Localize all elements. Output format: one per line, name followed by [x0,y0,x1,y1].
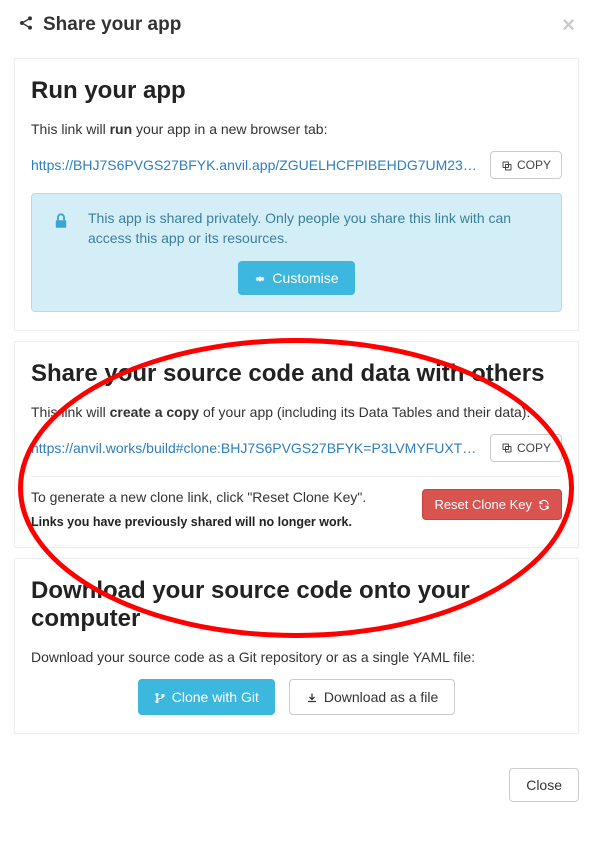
share-heading: Share your source code and data with oth… [31,360,562,388]
download-icon [306,689,318,705]
reset-warning: Links you have previously shared will no… [31,515,412,529]
gear-icon [254,270,266,286]
reset-instruction: To generate a new clone link, click "Res… [31,489,412,505]
customise-button[interactable]: Customise [238,261,354,295]
refresh-icon [538,497,550,512]
clone-link[interactable]: https://anvil.works/build#clone:BHJ7S6PV… [31,440,480,456]
share-icon [18,15,34,36]
dialog-header: Share your app × [0,0,593,48]
branch-icon [154,689,166,705]
divider [31,476,562,477]
run-panel: Run your app This link will run your app… [14,58,579,331]
lock-icon [46,208,72,236]
run-link-row: https://BHJ7S6PVGS27BFYK.anvil.app/ZGUEL… [31,151,562,179]
run-heading: Run your app [31,77,562,105]
download-file-button[interactable]: Download as a file [289,679,455,715]
share-description: This link will create a copy of your app… [31,404,562,420]
download-heading: Download your source code onto your comp… [31,577,562,633]
privacy-info-box: This app is shared privately. Only peopl… [31,193,562,312]
close-button[interactable]: Close [509,768,579,802]
download-description: Download your source code as a Git repos… [31,649,562,665]
dialog-title: Share your app [43,14,562,36]
reset-clone-key-button[interactable]: Reset Clone Key [422,489,562,520]
run-link[interactable]: https://BHJ7S6PVGS27BFYK.anvil.app/ZGUEL… [31,157,480,173]
reset-row: To generate a new clone link, click "Res… [31,489,562,529]
copy-icon [501,441,513,455]
close-icon[interactable]: × [562,14,575,36]
run-description: This link will run your app in a new bro… [31,121,562,137]
copy-clone-button[interactable]: COPY [490,434,562,462]
privacy-info-text: This app is shared privately. Only peopl… [88,208,547,249]
copy-run-button[interactable]: COPY [490,151,562,179]
share-panel: Share your source code and data with oth… [14,341,579,548]
download-panel: Download your source code onto your comp… [14,558,579,734]
copy-icon [501,158,513,172]
download-button-row: Clone with Git Download as a file [31,679,562,715]
dialog-footer: Close [0,744,593,820]
clone-link-row: https://anvil.works/build#clone:BHJ7S6PV… [31,434,562,462]
clone-git-button[interactable]: Clone with Git [138,679,275,715]
